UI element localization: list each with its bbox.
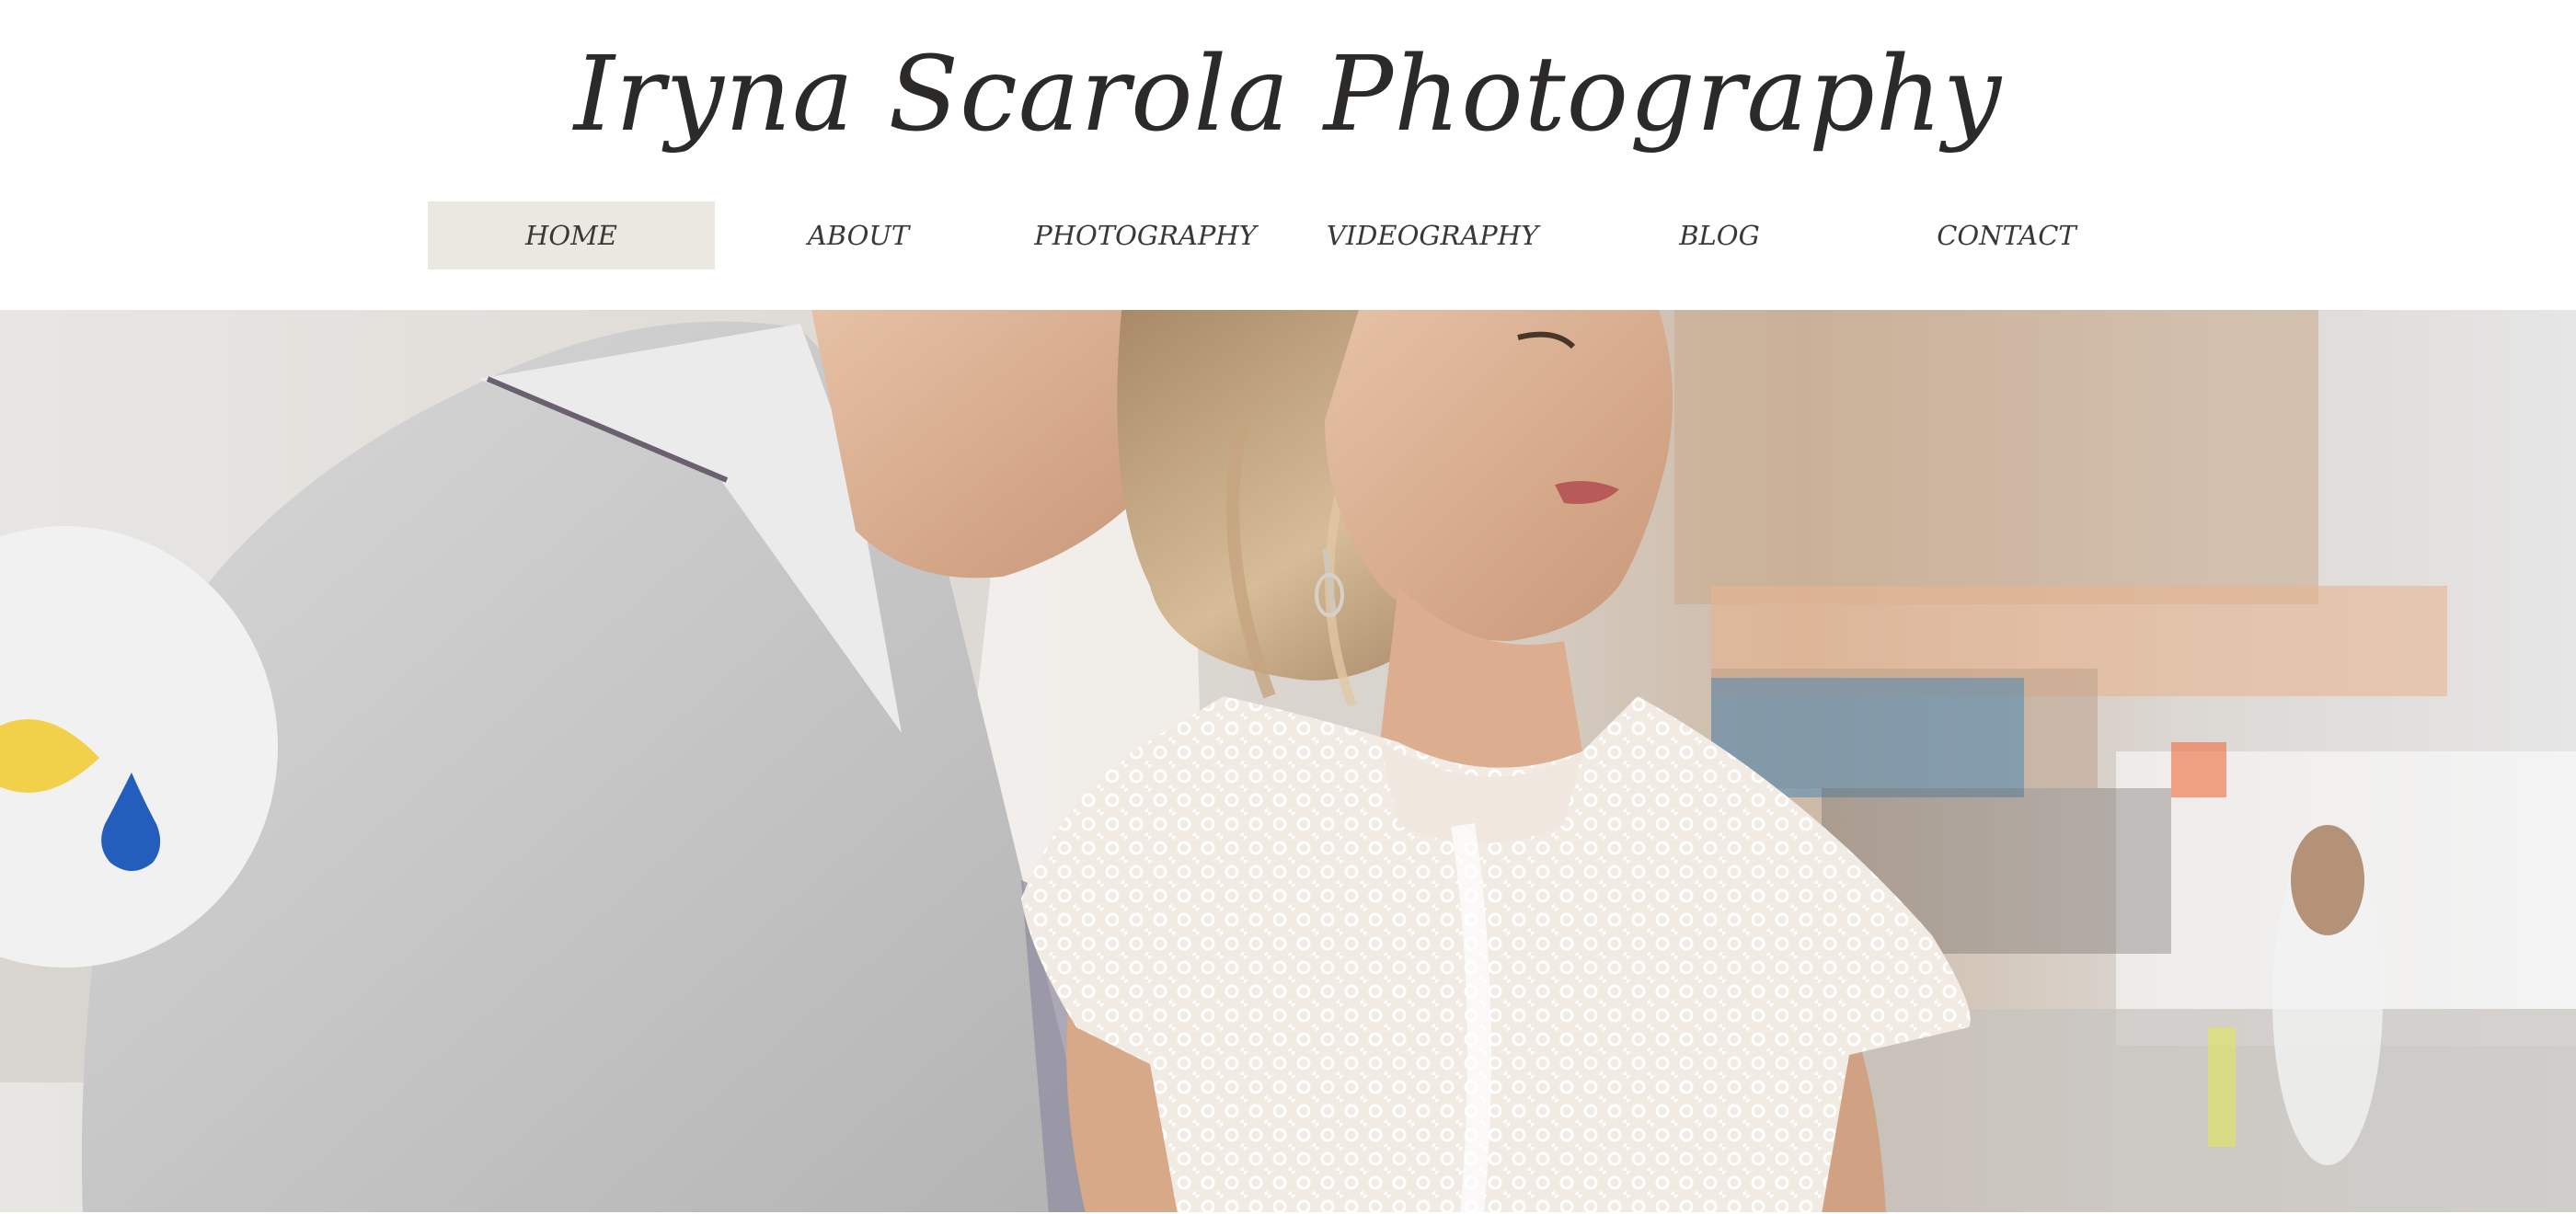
nav-item-videography[interactable]: VIDEOGRAPHY: [1289, 201, 1576, 269]
site-header: Iryna Scarola Photography HOME ABOUT PHO…: [0, 0, 2576, 310]
main-nav: HOME ABOUT PHOTOGRAPHY VIDEOGRAPHY BLOG …: [428, 201, 2150, 269]
nav-item-about[interactable]: ABOUT: [715, 201, 1002, 269]
nav-item-contact[interactable]: CONTACT: [1863, 201, 2150, 269]
site-title[interactable]: Iryna Scarola Photography: [0, 26, 2576, 164]
nav-item-blog[interactable]: BLOG: [1576, 201, 1863, 269]
yellow-leaf-blue-drop-icon: [0, 719, 161, 871]
nav-item-home[interactable]: HOME: [428, 201, 715, 269]
nav-item-photography[interactable]: PHOTOGRAPHY: [1002, 201, 1289, 269]
wedding-couple-photo: [0, 310, 2576, 1214]
hero-image: ·: [0, 310, 2576, 1214]
